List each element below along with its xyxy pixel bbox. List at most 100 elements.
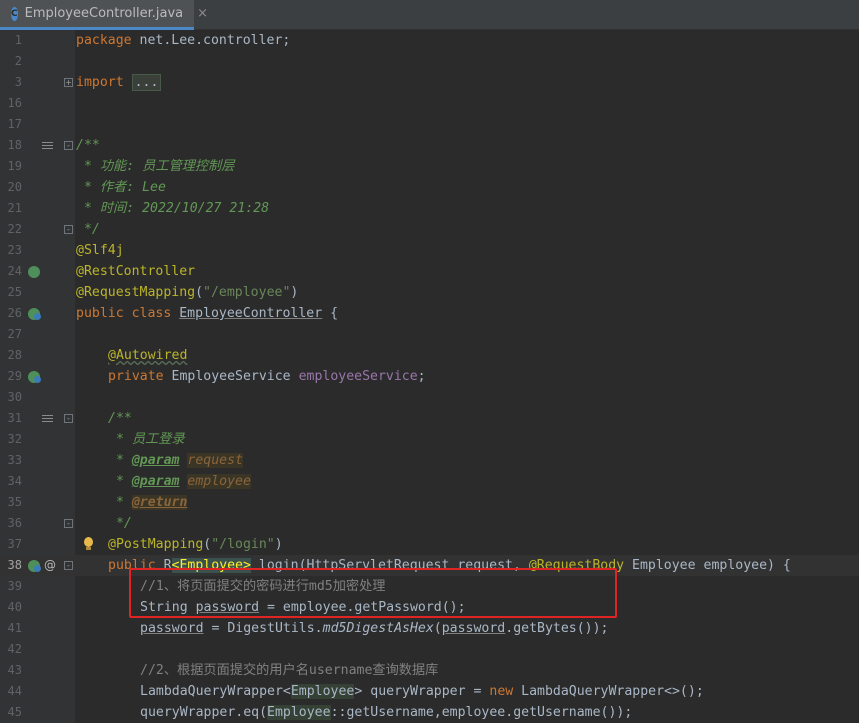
- tab-label: EmployeeController.java: [24, 6, 184, 21]
- line-number: 3: [14, 75, 22, 89]
- line-number: 31: [7, 411, 22, 425]
- spring-bean-run-icon[interactable]: [28, 371, 41, 383]
- code-line: 31 - /**: [0, 408, 859, 429]
- code-line: 25 @RequestMapping("/employee"): [0, 282, 859, 303]
- code-line: 21 * 时间: 2022/10/27 21:28: [0, 198, 859, 219]
- line-number: 40: [7, 600, 22, 614]
- fold-minus-icon[interactable]: -: [64, 519, 73, 528]
- line-number: 42: [7, 642, 22, 656]
- code-text: * @return: [108, 495, 188, 510]
- line-number: 26: [7, 306, 22, 320]
- code-line: 19 * 功能: 员工管理控制层: [0, 156, 859, 177]
- fold-minus-icon[interactable]: -: [64, 141, 73, 150]
- code-text: /**: [76, 138, 100, 153]
- line-number: 45: [7, 705, 22, 719]
- line-number: 20: [7, 180, 22, 194]
- line-number: 35: [7, 495, 22, 509]
- code-line: 22 - */: [0, 219, 859, 240]
- line-number: 23: [7, 243, 22, 257]
- code-line: 29 private EmployeeService employeeServi…: [0, 366, 859, 387]
- line-number: 33: [7, 453, 22, 467]
- code-text: * 功能: 员工管理控制层: [76, 159, 235, 174]
- code-text: @PostMapping("/login"): [108, 537, 283, 552]
- line-number: 18: [7, 138, 22, 152]
- line-number: 2: [14, 54, 22, 68]
- java-class-icon: C: [11, 6, 18, 21]
- line-number: 16: [7, 96, 22, 110]
- request-mapping-icon[interactable]: @: [44, 558, 56, 572]
- spring-bean-run-icon[interactable]: [28, 308, 41, 320]
- lightbulb-icon[interactable]: [84, 537, 93, 550]
- line-number: 25: [7, 285, 22, 299]
- line-number: 37: [7, 537, 22, 551]
- code-line: 44 LambdaQueryWrapper<Employee> queryWra…: [0, 681, 859, 702]
- code-line: 23 @Slf4j: [0, 240, 859, 261]
- code-text: private EmployeeService employeeService;: [108, 369, 426, 384]
- code-text: //2、根据页面提交的用户名username查询数据库: [140, 663, 439, 678]
- rendered-doc-icon[interactable]: [42, 413, 53, 424]
- line-number: 28: [7, 348, 22, 362]
- code-line: 37 @PostMapping("/login"): [0, 534, 859, 555]
- code-text: @RequestMapping("/employee"): [76, 285, 299, 300]
- line-number: 32: [7, 432, 22, 446]
- code-line: 28 @Autowired: [0, 345, 859, 366]
- line-number: 36: [7, 516, 22, 530]
- line-number: 21: [7, 201, 22, 215]
- spring-bean-run-icon[interactable]: [28, 560, 41, 572]
- code-text: * @param employee: [108, 474, 251, 489]
- code-text: @Slf4j: [76, 243, 124, 258]
- line-number: 43: [7, 663, 22, 677]
- code-line: 43 //2、根据页面提交的用户名username查询数据库: [0, 660, 859, 681]
- code-line: 2: [0, 51, 859, 72]
- code-line: 30: [0, 387, 859, 408]
- code-line: 20 * 作者: Lee: [0, 177, 859, 198]
- editor-tab-bar: C EmployeeController.java ×: [0, 0, 859, 30]
- code-text: * @param request: [108, 453, 243, 468]
- code-text: */: [108, 516, 132, 531]
- code-line: 16: [0, 93, 859, 114]
- line-number: 22: [7, 222, 22, 236]
- code-text: @RestController: [76, 264, 196, 279]
- code-line: 24 @RestController: [0, 261, 859, 282]
- fold-plus-icon[interactable]: +: [64, 78, 73, 87]
- line-number: 27: [7, 327, 22, 341]
- code-line: 42: [0, 639, 859, 660]
- line-number: 1: [14, 33, 22, 47]
- code-line: 41 password = DigestUtils.md5DigestAsHex…: [0, 618, 859, 639]
- close-icon[interactable]: ×: [197, 6, 208, 21]
- code-line: 17: [0, 114, 859, 135]
- line-number: 29: [7, 369, 22, 383]
- code-line: 32 * 员工登录: [0, 429, 859, 450]
- code-text: LambdaQueryWrapper<Employee> queryWrappe…: [140, 684, 704, 699]
- spring-bean-icon[interactable]: [28, 266, 40, 278]
- code-line: 34 * @param employee: [0, 471, 859, 492]
- line-number: 24: [7, 264, 22, 278]
- code-line: 35 * @return: [0, 492, 859, 513]
- code-text: @Autowired: [108, 348, 188, 363]
- line-number: 39: [7, 579, 22, 593]
- code-text: password = DigestUtils.md5DigestAsHex(pa…: [140, 621, 609, 636]
- tab-employee-controller[interactable]: C EmployeeController.java ×: [0, 0, 208, 30]
- fold-minus-icon[interactable]: -: [64, 561, 73, 570]
- code-line: 36 - */: [0, 513, 859, 534]
- code-text: * 员工登录: [108, 432, 185, 447]
- code-line: 27: [0, 324, 859, 345]
- fold-minus-icon[interactable]: -: [64, 414, 73, 423]
- code-editor[interactable]: 1 package net.Lee.controller; 2 3 + impo…: [0, 30, 859, 723]
- code-text: public class EmployeeController {: [76, 306, 339, 321]
- code-text: * 时间: 2022/10/27 21:28: [76, 201, 270, 216]
- code-line: 1 package net.Lee.controller;: [0, 30, 859, 51]
- code-text: queryWrapper.eq(Employee::getUsername,em…: [140, 705, 633, 720]
- line-number: 34: [7, 474, 22, 488]
- line-number: 38: [7, 558, 22, 572]
- fold-minus-icon[interactable]: -: [64, 225, 73, 234]
- rendered-doc-icon[interactable]: [42, 140, 53, 151]
- code-text: package net.Lee.controller;: [76, 33, 291, 48]
- code-line: 26 public class EmployeeController {: [0, 303, 859, 324]
- code-line: 18 - /**: [0, 135, 859, 156]
- line-number: 30: [7, 390, 22, 404]
- code-text: /**: [108, 411, 132, 426]
- line-number: 19: [7, 159, 22, 173]
- code-text: */: [76, 222, 100, 237]
- line-number: 41: [7, 621, 22, 635]
